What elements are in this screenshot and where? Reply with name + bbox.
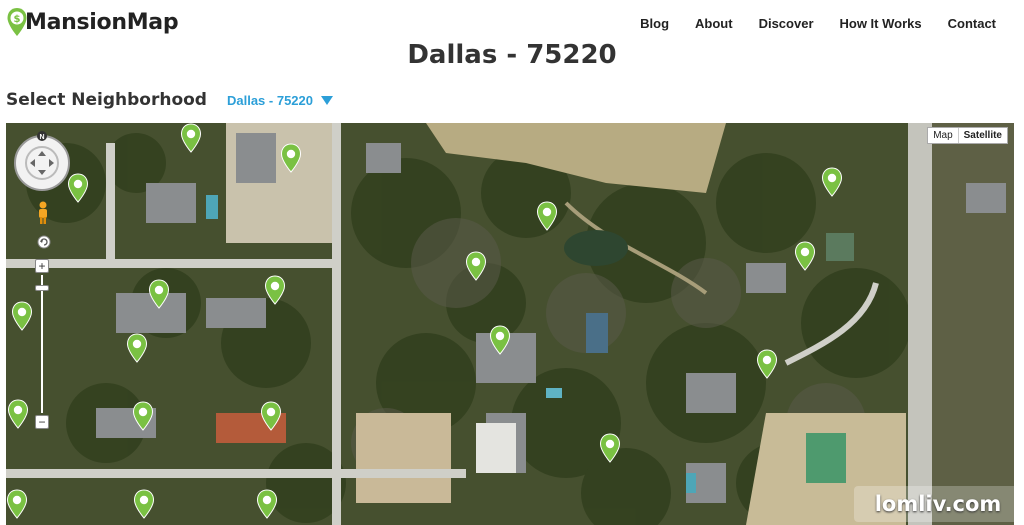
map-marker-icon[interactable] — [67, 173, 89, 203]
map-marker-icon[interactable] — [756, 349, 778, 379]
page-title: Dallas - 75220 — [407, 40, 617, 70]
aerial-imagery — [6, 123, 1014, 525]
zoom-slider-track[interactable] — [41, 275, 43, 413]
nav-about[interactable]: About — [695, 16, 733, 31]
neighborhood-dropdown[interactable]: Dallas - 75220 — [227, 93, 333, 108]
pegman-icon[interactable] — [37, 201, 49, 225]
map-marker-icon[interactable] — [260, 401, 282, 431]
map-marker-icon[interactable] — [148, 279, 170, 309]
main-nav: Blog About Discover How It Works Contact — [640, 16, 996, 31]
site-header: $ MansionMap Blog About Discover How It … — [0, 0, 1024, 44]
nav-blog[interactable]: Blog — [640, 16, 669, 31]
nav-contact[interactable]: Contact — [948, 16, 996, 31]
map-marker-icon[interactable] — [280, 143, 302, 173]
logo-text: MansionMap — [25, 9, 179, 35]
watermark: lomliv.com — [854, 486, 1022, 522]
logo[interactable]: $ MansionMap — [6, 4, 179, 40]
map-marker-icon[interactable] — [256, 489, 278, 519]
neighborhood-selected-value: Dallas - 75220 — [226, 92, 313, 108]
zoom-in-button[interactable]: + — [35, 259, 49, 273]
map-view[interactable]: Map Satellite N + − — [6, 123, 1014, 525]
nav-how-it-works[interactable]: How It Works — [840, 16, 922, 31]
nav-discover[interactable]: Discover — [759, 16, 814, 31]
map-pin-logo-icon: $ — [7, 8, 27, 36]
map-marker-icon[interactable] — [264, 275, 286, 305]
map-marker-icon[interactable] — [489, 325, 511, 355]
logo-pin-symbol: $ — [14, 14, 21, 25]
map-marker-icon[interactable] — [465, 251, 487, 281]
caret-down-icon — [321, 95, 333, 105]
map-marker-icon[interactable] — [599, 433, 621, 463]
map-marker-icon[interactable] — [794, 241, 816, 271]
map-marker-icon[interactable] — [126, 333, 148, 363]
map-marker-icon[interactable] — [536, 201, 558, 231]
pan-control[interactable]: N — [12, 131, 72, 191]
map-type-control: Map Satellite — [927, 127, 1008, 144]
map-marker-icon[interactable] — [133, 489, 155, 519]
rotate-icon[interactable] — [37, 235, 51, 249]
map-marker-icon[interactable] — [11, 301, 33, 331]
select-neighborhood-label: Select Neighborhood — [6, 90, 207, 110]
map-type-map-button[interactable]: Map — [928, 128, 957, 143]
map-marker-icon[interactable] — [7, 399, 29, 429]
map-marker-icon[interactable] — [821, 167, 843, 197]
neighborhood-selector: Select Neighborhood Dallas - 75220 — [6, 88, 333, 112]
map-marker-icon[interactable] — [180, 123, 202, 153]
map-type-satellite-button[interactable]: Satellite — [957, 128, 1007, 143]
compass-n-label: N — [39, 134, 44, 141]
map-marker-icon[interactable] — [132, 401, 154, 431]
zoom-slider-handle[interactable] — [35, 285, 49, 291]
zoom-out-button[interactable]: − — [35, 415, 49, 429]
map-marker-icon[interactable] — [6, 489, 28, 519]
